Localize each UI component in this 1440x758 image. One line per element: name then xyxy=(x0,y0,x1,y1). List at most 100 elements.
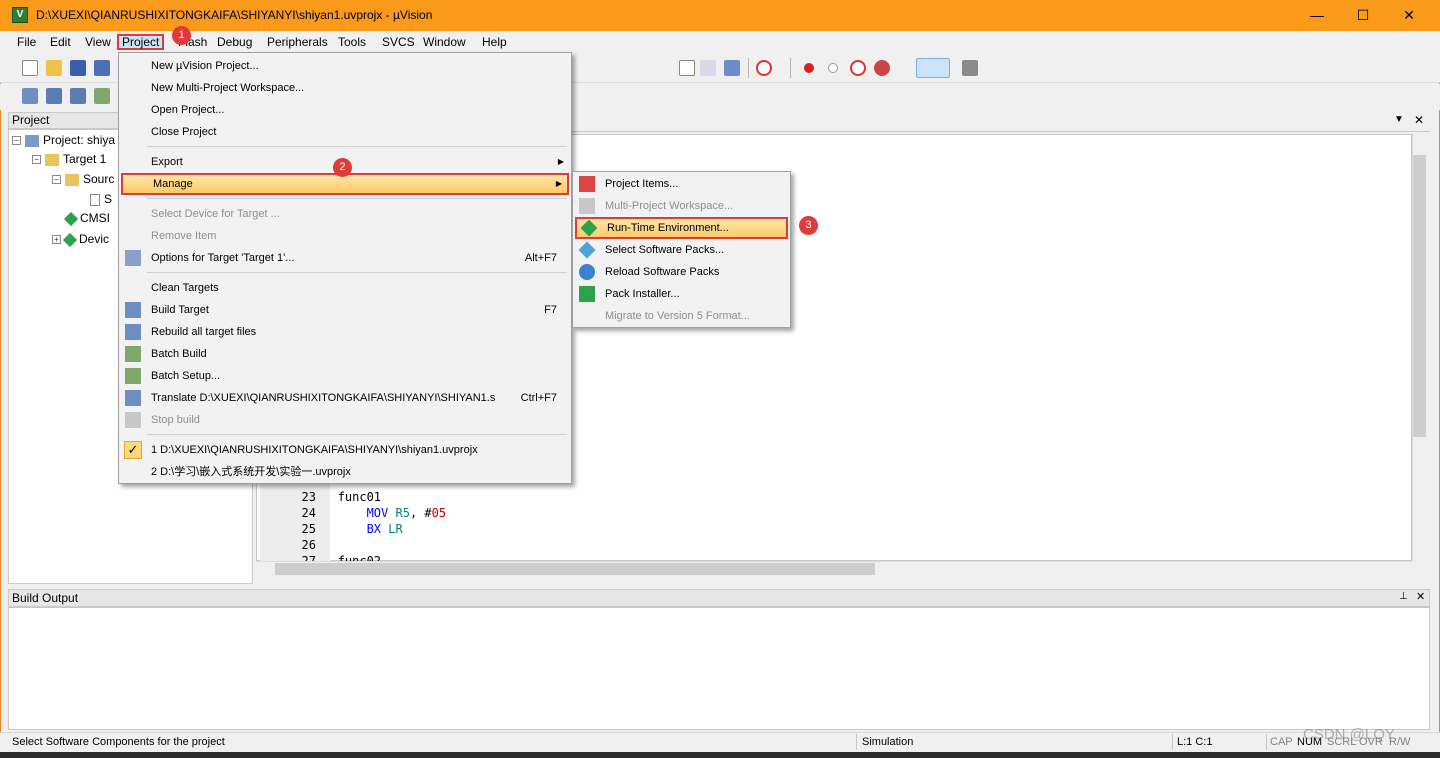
step-badge-1: 1 xyxy=(172,26,191,45)
save-all-icon[interactable] xyxy=(94,60,110,76)
translate-icon[interactable] xyxy=(22,88,38,104)
menu-item-rebuild-all[interactable]: Rebuild all target files xyxy=(121,321,569,343)
menu-item-batch-setup[interactable]: Batch Setup... xyxy=(121,365,569,387)
editor-hscroll-thumb[interactable] xyxy=(275,563,875,575)
build-output-title: Build Output xyxy=(8,589,1430,607)
window-title: D:\XUEXI\QIANRUSHIXITONGKAIFA\SHIYANYI\s… xyxy=(36,8,433,22)
menu-item-options-for-target[interactable]: Options for Target 'Target 1'... Alt+F7 xyxy=(121,247,569,269)
menu-item-multi-project-workspace: Multi-Project Workspace... xyxy=(575,195,788,217)
menu-project[interactable]: Project xyxy=(117,34,165,50)
collapse-icon[interactable]: − xyxy=(52,175,61,185)
workspace-icon xyxy=(579,198,595,214)
reload-icon xyxy=(579,264,595,280)
batch-build-icon xyxy=(125,346,141,362)
menu-item-translate[interactable]: Translate D:\XUEXI\QIANRUSHIXITONGKAIFA\… xyxy=(121,387,569,409)
collapse-icon[interactable]: − xyxy=(32,155,41,165)
menu-item-close-project[interactable]: Close Project xyxy=(121,121,569,143)
disable-breakpoint-icon[interactable] xyxy=(828,63,838,73)
pin-icon[interactable]: ⊥ xyxy=(1399,591,1408,602)
find-in-files-icon[interactable] xyxy=(700,60,716,76)
dropdown-arrow-icon[interactable] xyxy=(679,60,695,76)
status-cap: CAP xyxy=(1270,736,1293,748)
menu-item-open-project[interactable]: Open Project... xyxy=(121,99,569,121)
debug-toggle-icon[interactable] xyxy=(724,60,740,76)
tree-item-device[interactable]: + Devic xyxy=(52,229,109,249)
save-icon[interactable] xyxy=(70,60,86,76)
menu-item-select-software-packs[interactable]: Select Software Packs... xyxy=(575,239,788,261)
build-output-area[interactable] xyxy=(8,607,1430,730)
menu-file[interactable]: File xyxy=(14,34,39,50)
code-line: 23 func01 xyxy=(301,490,382,504)
breakpoint-icon[interactable] xyxy=(804,63,814,73)
tab-list-icon[interactable]: ▼ xyxy=(1394,114,1404,125)
menu-help[interactable]: Help xyxy=(479,34,510,50)
collapse-icon[interactable]: − xyxy=(12,136,21,146)
menu-item-clean-targets[interactable]: Clean Targets xyxy=(121,277,569,299)
rebuild-icon[interactable] xyxy=(70,88,86,104)
menu-peripherals[interactable]: Peripherals xyxy=(264,34,331,50)
menu-item-build-target[interactable]: Build Target F7 xyxy=(121,299,569,321)
status-message: Select Software Components for the proje… xyxy=(12,736,225,748)
toolbar-separator xyxy=(748,58,749,78)
menu-item-pack-installer[interactable]: Pack Installer... xyxy=(575,283,788,305)
folder-icon xyxy=(45,153,59,166)
menu-tools[interactable]: Tools xyxy=(335,34,369,50)
menu-window[interactable]: Window xyxy=(420,34,469,50)
expand-icon[interactable]: + xyxy=(52,235,61,245)
csdn-watermark: CSDN @LQY xyxy=(1303,726,1395,743)
menu-item-new-workspace[interactable]: New Multi-Project Workspace... xyxy=(121,77,569,99)
menu-view[interactable]: View xyxy=(82,34,114,50)
window-layout-icon[interactable] xyxy=(916,58,950,78)
batch-build-icon[interactable] xyxy=(94,88,110,104)
rebuild-icon xyxy=(125,324,141,340)
menu-item-run-time-environment[interactable]: Run-Time Environment... xyxy=(575,217,788,239)
new-file-icon[interactable] xyxy=(22,60,38,76)
build-icon[interactable] xyxy=(46,88,62,104)
status-divider xyxy=(1172,734,1173,750)
kill-breakpoints-icon[interactable] xyxy=(850,60,866,76)
menu-item-reload-software-packs[interactable]: Reload Software Packs xyxy=(575,261,788,283)
close-button[interactable]: ✕ xyxy=(1386,0,1432,31)
translate-icon xyxy=(125,390,141,406)
project-items-icon xyxy=(579,176,595,192)
menu-item-new-project[interactable]: New µVision Project... xyxy=(121,55,569,77)
menu-separator xyxy=(147,272,567,273)
tree-item-source-group[interactable]: − Sourc xyxy=(52,169,114,189)
menu-item-batch-build[interactable]: Batch Build xyxy=(121,343,569,365)
minimize-button[interactable]: — xyxy=(1294,0,1340,31)
diamond-icon xyxy=(62,232,78,247)
debug-session-icon[interactable] xyxy=(756,60,772,76)
menu-svcs[interactable]: SVCS xyxy=(379,34,418,50)
code-line: 25 BX LR xyxy=(301,522,403,536)
editor-vscroll-thumb[interactable] xyxy=(1413,155,1426,437)
step-badge-3: 3 xyxy=(799,216,818,235)
submenu-arrow-icon: ▶ xyxy=(555,179,562,188)
configure-icon[interactable] xyxy=(962,60,978,76)
close-editor-icon[interactable]: ✕ xyxy=(1414,113,1424,127)
project-menu: New µVision Project... New Multi-Project… xyxy=(118,52,572,484)
tree-item-cmsis[interactable]: CMSI xyxy=(63,208,110,228)
maximize-button[interactable]: ☐ xyxy=(1340,0,1386,31)
menu-separator xyxy=(147,146,567,147)
menu-item-project-items[interactable]: Project Items... xyxy=(575,173,788,195)
open-folder-icon[interactable] xyxy=(46,60,62,76)
menu-item-recent-project-2[interactable]: 2 D:\学习\嵌入式系统开发\实验一.uvprojx xyxy=(121,461,569,483)
uvision-app-icon: V xyxy=(12,7,28,23)
menu-separator xyxy=(147,198,567,199)
pack-installer-icon xyxy=(579,286,595,302)
menu-edit[interactable]: Edit xyxy=(47,34,74,50)
tree-item-project[interactable]: − Project: shiya xyxy=(12,130,115,150)
menu-item-migrate-v5: Migrate to Version 5 Format... xyxy=(605,310,750,322)
close-build-output-icon[interactable]: ✕ xyxy=(1416,590,1425,603)
menu-item-recent-project-1[interactable]: ✓ 1 D:\XUEXI\QIANRUSHIXITONGKAIFA\SHIYANY… xyxy=(121,439,569,461)
tree-item-source-file[interactable]: S xyxy=(90,189,112,209)
checkmark-icon: ✓ xyxy=(124,441,142,459)
tree-item-target[interactable]: − Target 1 xyxy=(32,149,106,169)
menu-debug[interactable]: Debug xyxy=(214,34,255,50)
code-line: 26 xyxy=(301,538,316,552)
manage-submenu: Project Items... Multi-Project Workspace… xyxy=(572,171,791,328)
menu-item-stop-build: Stop build xyxy=(121,409,569,431)
stop-build-icon xyxy=(125,412,141,428)
status-divider xyxy=(1266,734,1267,750)
breakpoint-settings-icon[interactable] xyxy=(874,60,890,76)
